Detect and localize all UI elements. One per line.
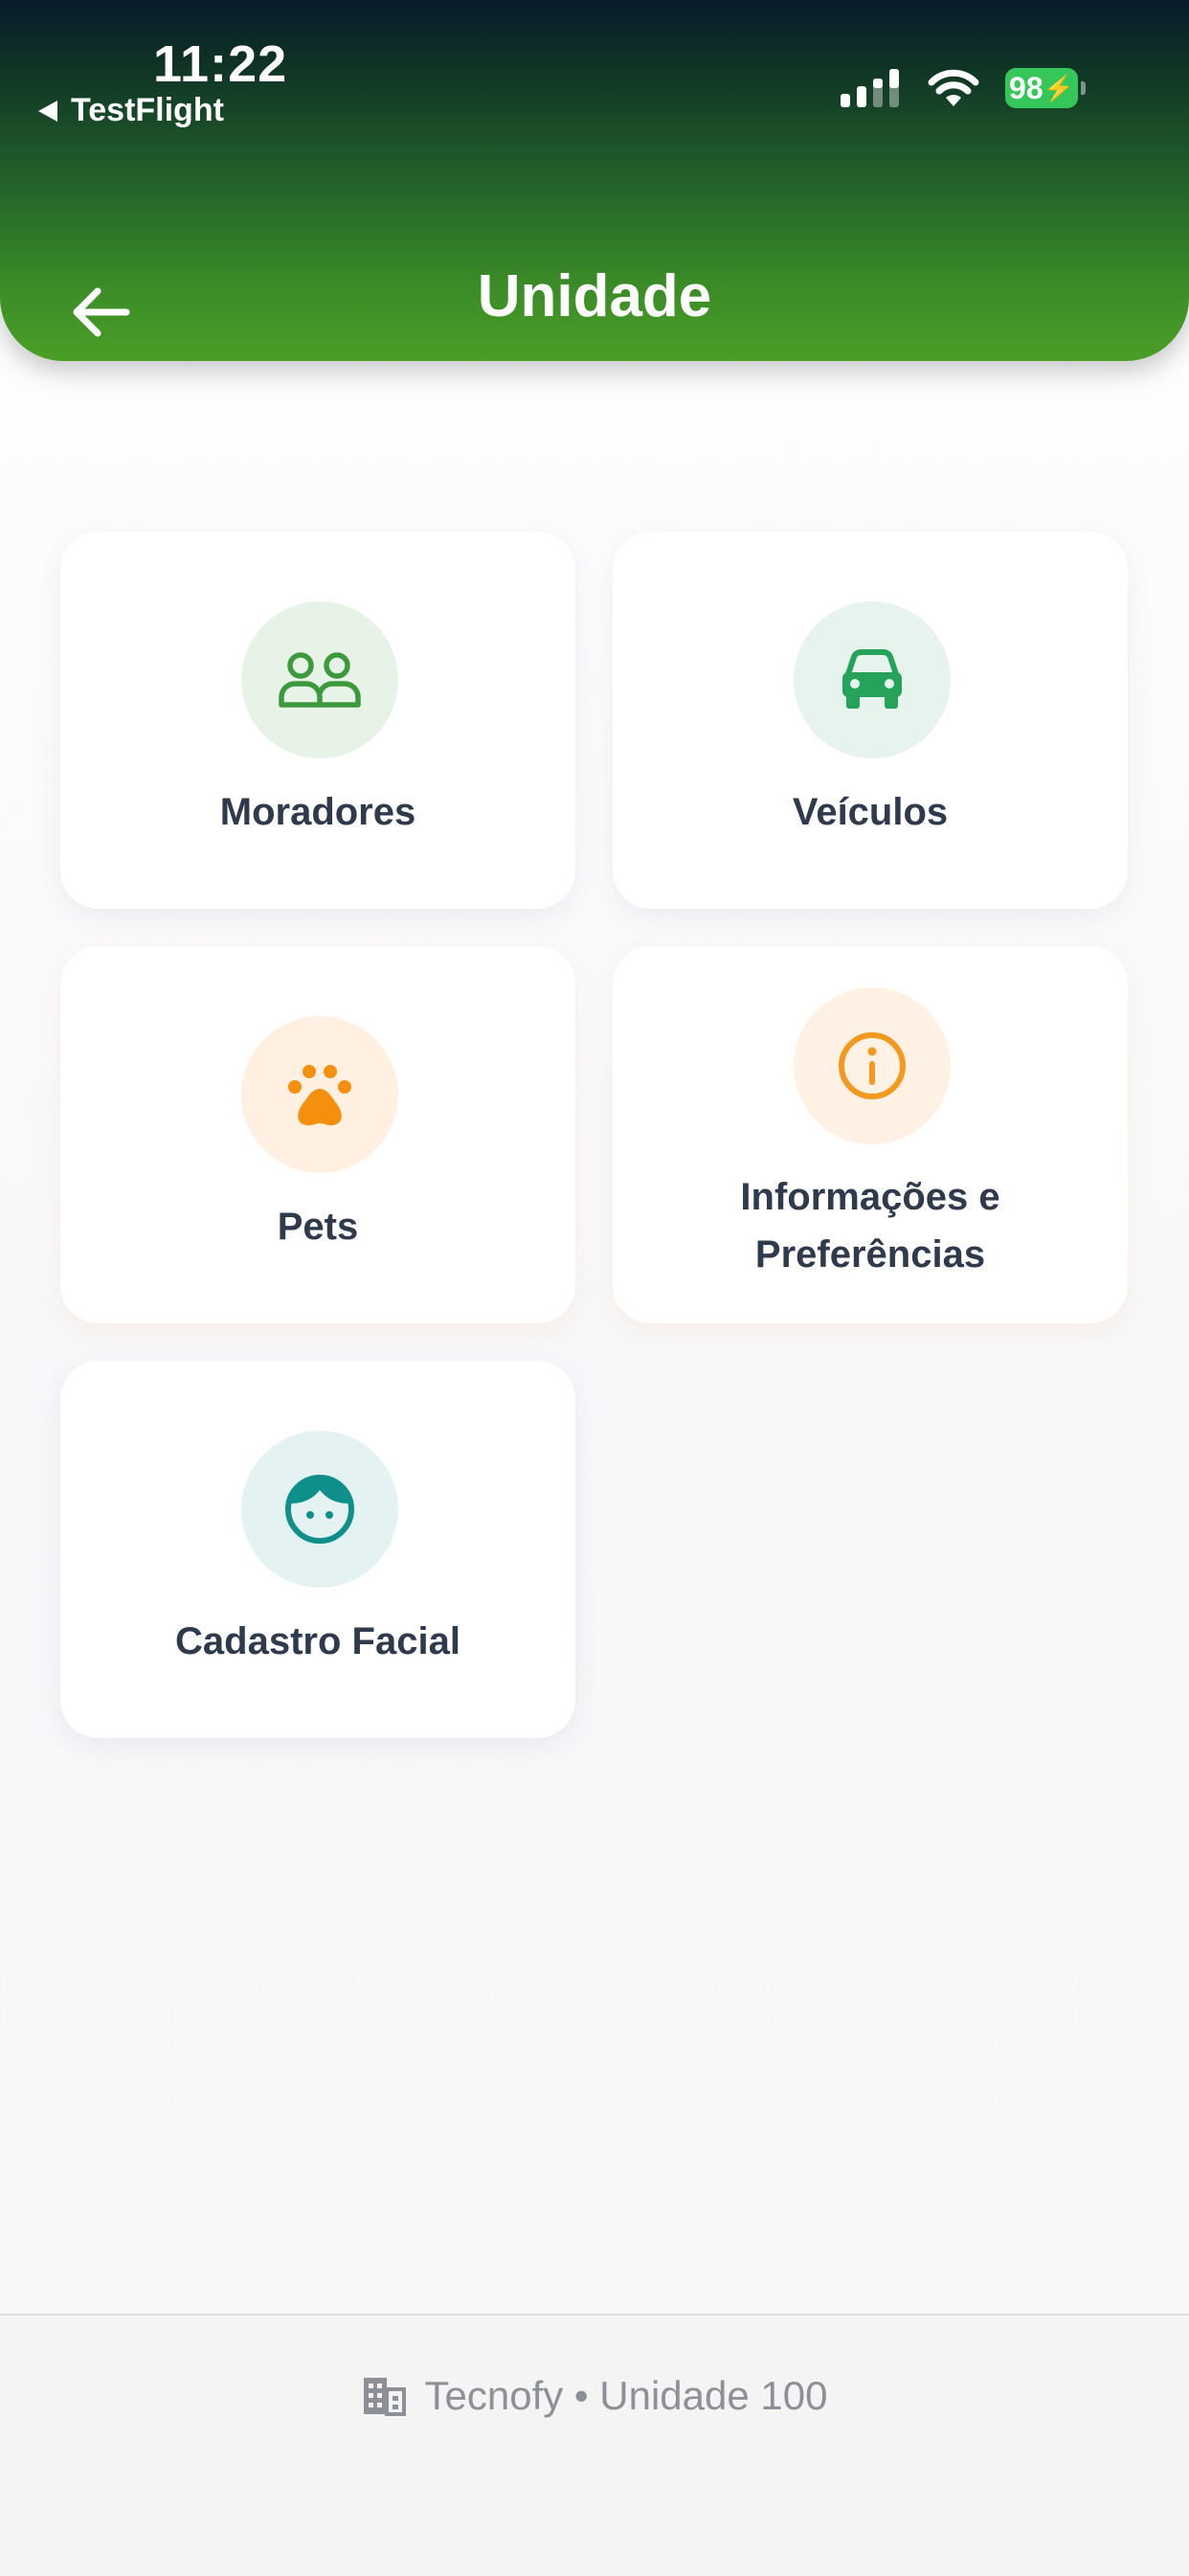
card-moradores[interactable]: Moradores <box>60 531 575 909</box>
battery-icon: 98 ⚡ <box>1005 68 1086 108</box>
back-to-testflight[interactable]: TestFlight <box>38 92 224 129</box>
paw-icon <box>288 1065 351 1126</box>
facial-icon-circle <box>241 1431 398 1588</box>
pets-icon-circle <box>241 1016 398 1173</box>
veiculos-icon-circle <box>794 601 951 758</box>
people-icon <box>279 652 361 708</box>
status-time: 11:22 <box>153 35 288 93</box>
info-icon-circle <box>794 987 951 1144</box>
card-label-veiculos: Veículos <box>792 791 949 833</box>
info-icon <box>839 1032 906 1099</box>
app-header: 11:22 TestFlight 98 ⚡ Unidade <box>0 0 1189 361</box>
card-informacoes-preferencias[interactable]: Informações e Preferências <box>613 946 1128 1323</box>
face-icon <box>285 1475 354 1544</box>
battery-level: 98 <box>1009 70 1043 105</box>
page-title: Unidade <box>477 263 712 329</box>
wifi-icon <box>928 69 979 106</box>
card-veiculos[interactable]: Veículos <box>613 531 1128 909</box>
card-label-pets: Pets <box>277 1206 359 1248</box>
card-pets[interactable]: Pets <box>60 946 575 1323</box>
card-label-cadastro-facial: Cadastro Facial <box>175 1620 460 1662</box>
back-app-label: TestFlight <box>71 92 224 128</box>
building-icon <box>363 2378 406 2416</box>
moradores-icon-circle <box>241 601 398 758</box>
card-label-moradores: Moradores <box>219 791 416 833</box>
card-cadastro-facial[interactable]: Cadastro Facial <box>60 1361 575 1738</box>
status-icons: 98 ⚡ <box>841 67 1086 109</box>
signal-icon <box>841 69 899 107</box>
footer-unit-text: Tecnofy • Unidade 100 <box>424 2373 828 2418</box>
car-icon <box>842 649 902 709</box>
card-label-informacoes: Informações e Preferências <box>740 1176 1000 1276</box>
footer: Tecnofy • Unidade 100 <box>0 2314 1189 2576</box>
back-triangle-icon <box>38 100 57 122</box>
